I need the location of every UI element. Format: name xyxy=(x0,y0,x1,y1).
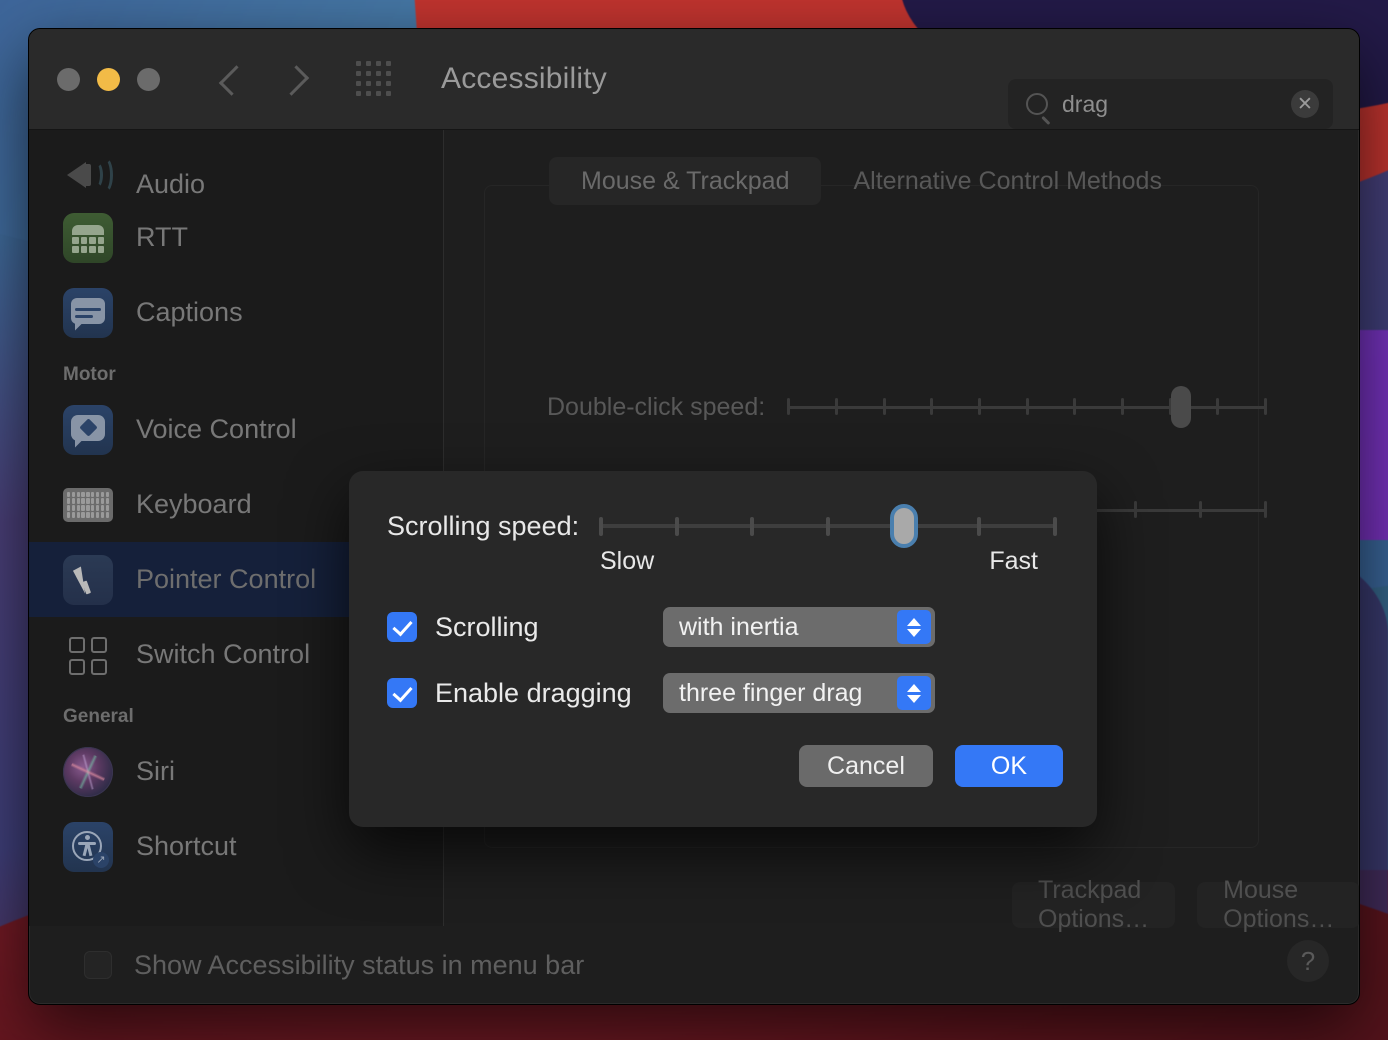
navigation-buttons xyxy=(222,61,304,97)
enable-dragging-popup-value: three finger drag xyxy=(679,678,863,707)
captions-icon xyxy=(63,287,113,338)
sidebar-item-rtt[interactable]: RTT xyxy=(29,200,443,275)
dialog-button-row: Cancel OK xyxy=(799,745,1063,787)
scrolling-label: Scrolling xyxy=(435,611,539,642)
mouse-options-button[interactable]: Mouse Options… xyxy=(1197,876,1359,933)
sidebar-item-label: Siri xyxy=(136,756,175,786)
tab-alternative-control-methods[interactable]: Alternative Control Methods xyxy=(821,157,1193,205)
enable-dragging-label: Enable dragging xyxy=(435,677,632,708)
close-button[interactable] xyxy=(57,67,80,91)
cancel-button[interactable]: Cancel xyxy=(799,745,933,787)
double-click-speed-row: Double-click speed: xyxy=(547,386,1267,428)
button-label: Cancel xyxy=(827,751,905,780)
scrolling-speed-row: Scrolling speed: xyxy=(387,504,1057,548)
sidebar-item-label: Switch Control xyxy=(136,639,311,669)
search-field[interactable]: drag ✕ xyxy=(1008,79,1333,129)
rtt-icon xyxy=(63,212,113,263)
sidebar-group-motor: Motor xyxy=(63,364,116,385)
shortcut-icon: ↗ xyxy=(63,821,113,872)
system-preferences-window: Accessibility drag ✕ Audio RTT Captions … xyxy=(28,28,1360,1005)
scrolling-speed-label: Scrolling speed: xyxy=(387,510,580,541)
sidebar-item-voice-control[interactable]: Voice Control xyxy=(29,392,443,467)
help-button[interactable]: ? xyxy=(1287,940,1329,982)
scrolling-option-row: Scrolling with inertia xyxy=(387,607,1057,647)
tab-label: Mouse & Trackpad xyxy=(581,166,790,195)
scrolling-checkbox[interactable] xyxy=(387,612,417,642)
desktop-wallpaper: Accessibility drag ✕ Audio RTT Captions … xyxy=(0,0,1388,1040)
sidebar-item-label: Pointer Control xyxy=(136,564,317,594)
chevron-updown-icon[interactable] xyxy=(897,610,931,644)
forward-icon[interactable] xyxy=(282,61,304,97)
sidebar-item-label: Keyboard xyxy=(136,489,252,519)
siri-icon xyxy=(63,746,113,797)
window-body: Audio RTT Captions Motor Voice Control K… xyxy=(29,130,1359,933)
slider-ticks xyxy=(787,398,1267,415)
show-accessibility-status-checkbox[interactable] xyxy=(84,951,112,979)
audio-icon xyxy=(63,150,113,200)
zoom-button[interactable] xyxy=(137,67,160,91)
sidebar-item-label: Audio xyxy=(136,169,206,199)
ok-button[interactable]: OK xyxy=(954,745,1063,787)
voice-control-icon xyxy=(63,404,113,455)
sidebar-item-captions[interactable]: Captions xyxy=(29,275,443,350)
tab-label: Alternative Control Methods xyxy=(853,166,1162,195)
slider-knob[interactable] xyxy=(1171,386,1192,428)
slider-ticks xyxy=(599,517,1057,536)
slider-max-caption: Fast xyxy=(989,547,1038,575)
traffic-light-group xyxy=(57,67,160,91)
scrolling-popup-value: with inertia xyxy=(679,612,799,641)
slider-captions: Slow Fast xyxy=(387,547,1057,581)
sidebar-item-label: Voice Control xyxy=(136,414,297,444)
show-all-grid-icon[interactable] xyxy=(356,60,393,98)
sidebar-item-label: Shortcut xyxy=(136,831,237,861)
tab-bar: Mouse & Trackpad Alternative Control Met… xyxy=(484,157,1259,225)
window-bottom-bar: Show Accessibility status in menu bar ? xyxy=(29,926,1359,1004)
show-accessibility-status-label: Show Accessibility status in menu bar xyxy=(134,949,585,980)
back-icon[interactable] xyxy=(222,61,244,97)
search-input[interactable]: drag xyxy=(1062,91,1277,118)
sidebar-item-label: Captions xyxy=(136,297,243,327)
slider-min-caption: Slow xyxy=(600,547,655,575)
enable-dragging-checkbox[interactable] xyxy=(387,678,417,708)
slider-knob[interactable] xyxy=(890,504,919,548)
button-label: OK xyxy=(990,751,1027,780)
clear-search-icon[interactable]: ✕ xyxy=(1291,90,1319,118)
search-icon xyxy=(1026,93,1048,115)
scrolling-popup-button[interactable]: with inertia xyxy=(663,607,935,647)
page-title: Accessibility xyxy=(441,62,607,95)
enable-dragging-option-row: Enable dragging three finger drag xyxy=(387,673,1057,713)
scrolling-speed-slider[interactable] xyxy=(599,504,1057,548)
enable-dragging-popup-button[interactable]: three finger drag xyxy=(663,673,935,713)
chevron-updown-icon[interactable] xyxy=(897,676,931,710)
sidebar-item-audio[interactable]: Audio xyxy=(29,138,443,200)
double-click-speed-label: Double-click speed: xyxy=(547,392,766,421)
options-button-row: Trackpad Options… Mouse Options… xyxy=(1012,876,1359,933)
window-titlebar: Accessibility drag ✕ xyxy=(29,29,1359,130)
switch-control-icon xyxy=(63,630,113,680)
trackpad-options-button[interactable]: Trackpad Options… xyxy=(1012,876,1176,933)
scrolling-options-dialog: Scrolling speed: Slow Fast Scrolling wit… xyxy=(349,471,1097,827)
minimize-button[interactable] xyxy=(97,67,120,91)
tab-mouse-trackpad[interactable]: Mouse & Trackpad xyxy=(549,157,822,205)
pointer-control-icon xyxy=(63,554,113,605)
double-click-speed-slider[interactable] xyxy=(787,386,1267,428)
keyboard-icon xyxy=(63,487,113,522)
sidebar-item-label: RTT xyxy=(136,222,188,252)
